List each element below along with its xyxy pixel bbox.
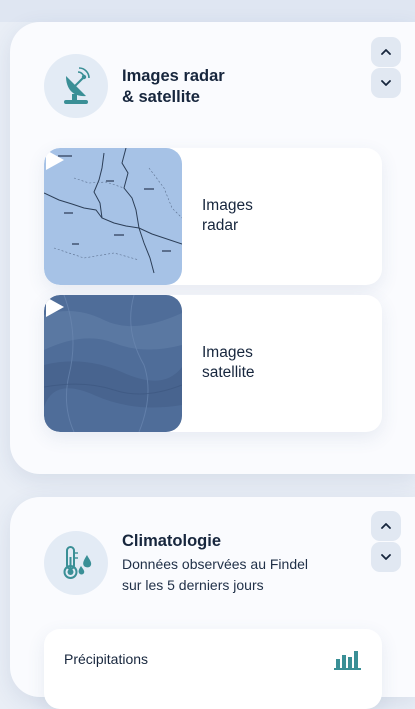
climatology-card: Climatologie Données observées au Findel… bbox=[10, 497, 415, 709]
radar-section-title: Images radar & satellite bbox=[122, 67, 225, 106]
climatology-subtitle: Données observées au Findel sur les 5 de… bbox=[122, 556, 309, 593]
move-down-button[interactable] bbox=[371, 68, 401, 98]
move-up-button[interactable] bbox=[371, 37, 401, 67]
move-down-button[interactable] bbox=[371, 542, 401, 572]
precipitation-panel[interactable]: Précipitations bbox=[44, 629, 382, 709]
satellite-thumbnail bbox=[44, 295, 182, 432]
bar-chart-icon[interactable] bbox=[334, 647, 362, 671]
radar-item-label: Images radar bbox=[202, 197, 253, 234]
top-strip bbox=[0, 0, 415, 22]
move-up-button[interactable] bbox=[371, 511, 401, 541]
climatology-title: Climatologie bbox=[122, 532, 222, 550]
radar-thumbnail bbox=[44, 148, 182, 285]
play-icon[interactable] bbox=[44, 295, 66, 319]
precipitation-label: Précipitations bbox=[64, 651, 149, 667]
radar-satellite-card: Images radar & satellite Images radar Im… bbox=[10, 22, 415, 474]
chevron-down-icon bbox=[381, 80, 391, 86]
satellite-images-item[interactable]: Images satellite bbox=[44, 295, 382, 432]
chevron-up-icon bbox=[381, 523, 391, 529]
radar-images-item[interactable]: Images radar bbox=[44, 148, 382, 285]
chevron-up-icon bbox=[381, 49, 391, 55]
thermometer-raindrops-icon bbox=[44, 531, 108, 595]
satellite-item-label: Images satellite bbox=[202, 344, 255, 381]
play-icon[interactable] bbox=[44, 148, 66, 172]
satellite-dish-icon bbox=[44, 54, 108, 118]
chevron-down-icon bbox=[381, 554, 391, 560]
